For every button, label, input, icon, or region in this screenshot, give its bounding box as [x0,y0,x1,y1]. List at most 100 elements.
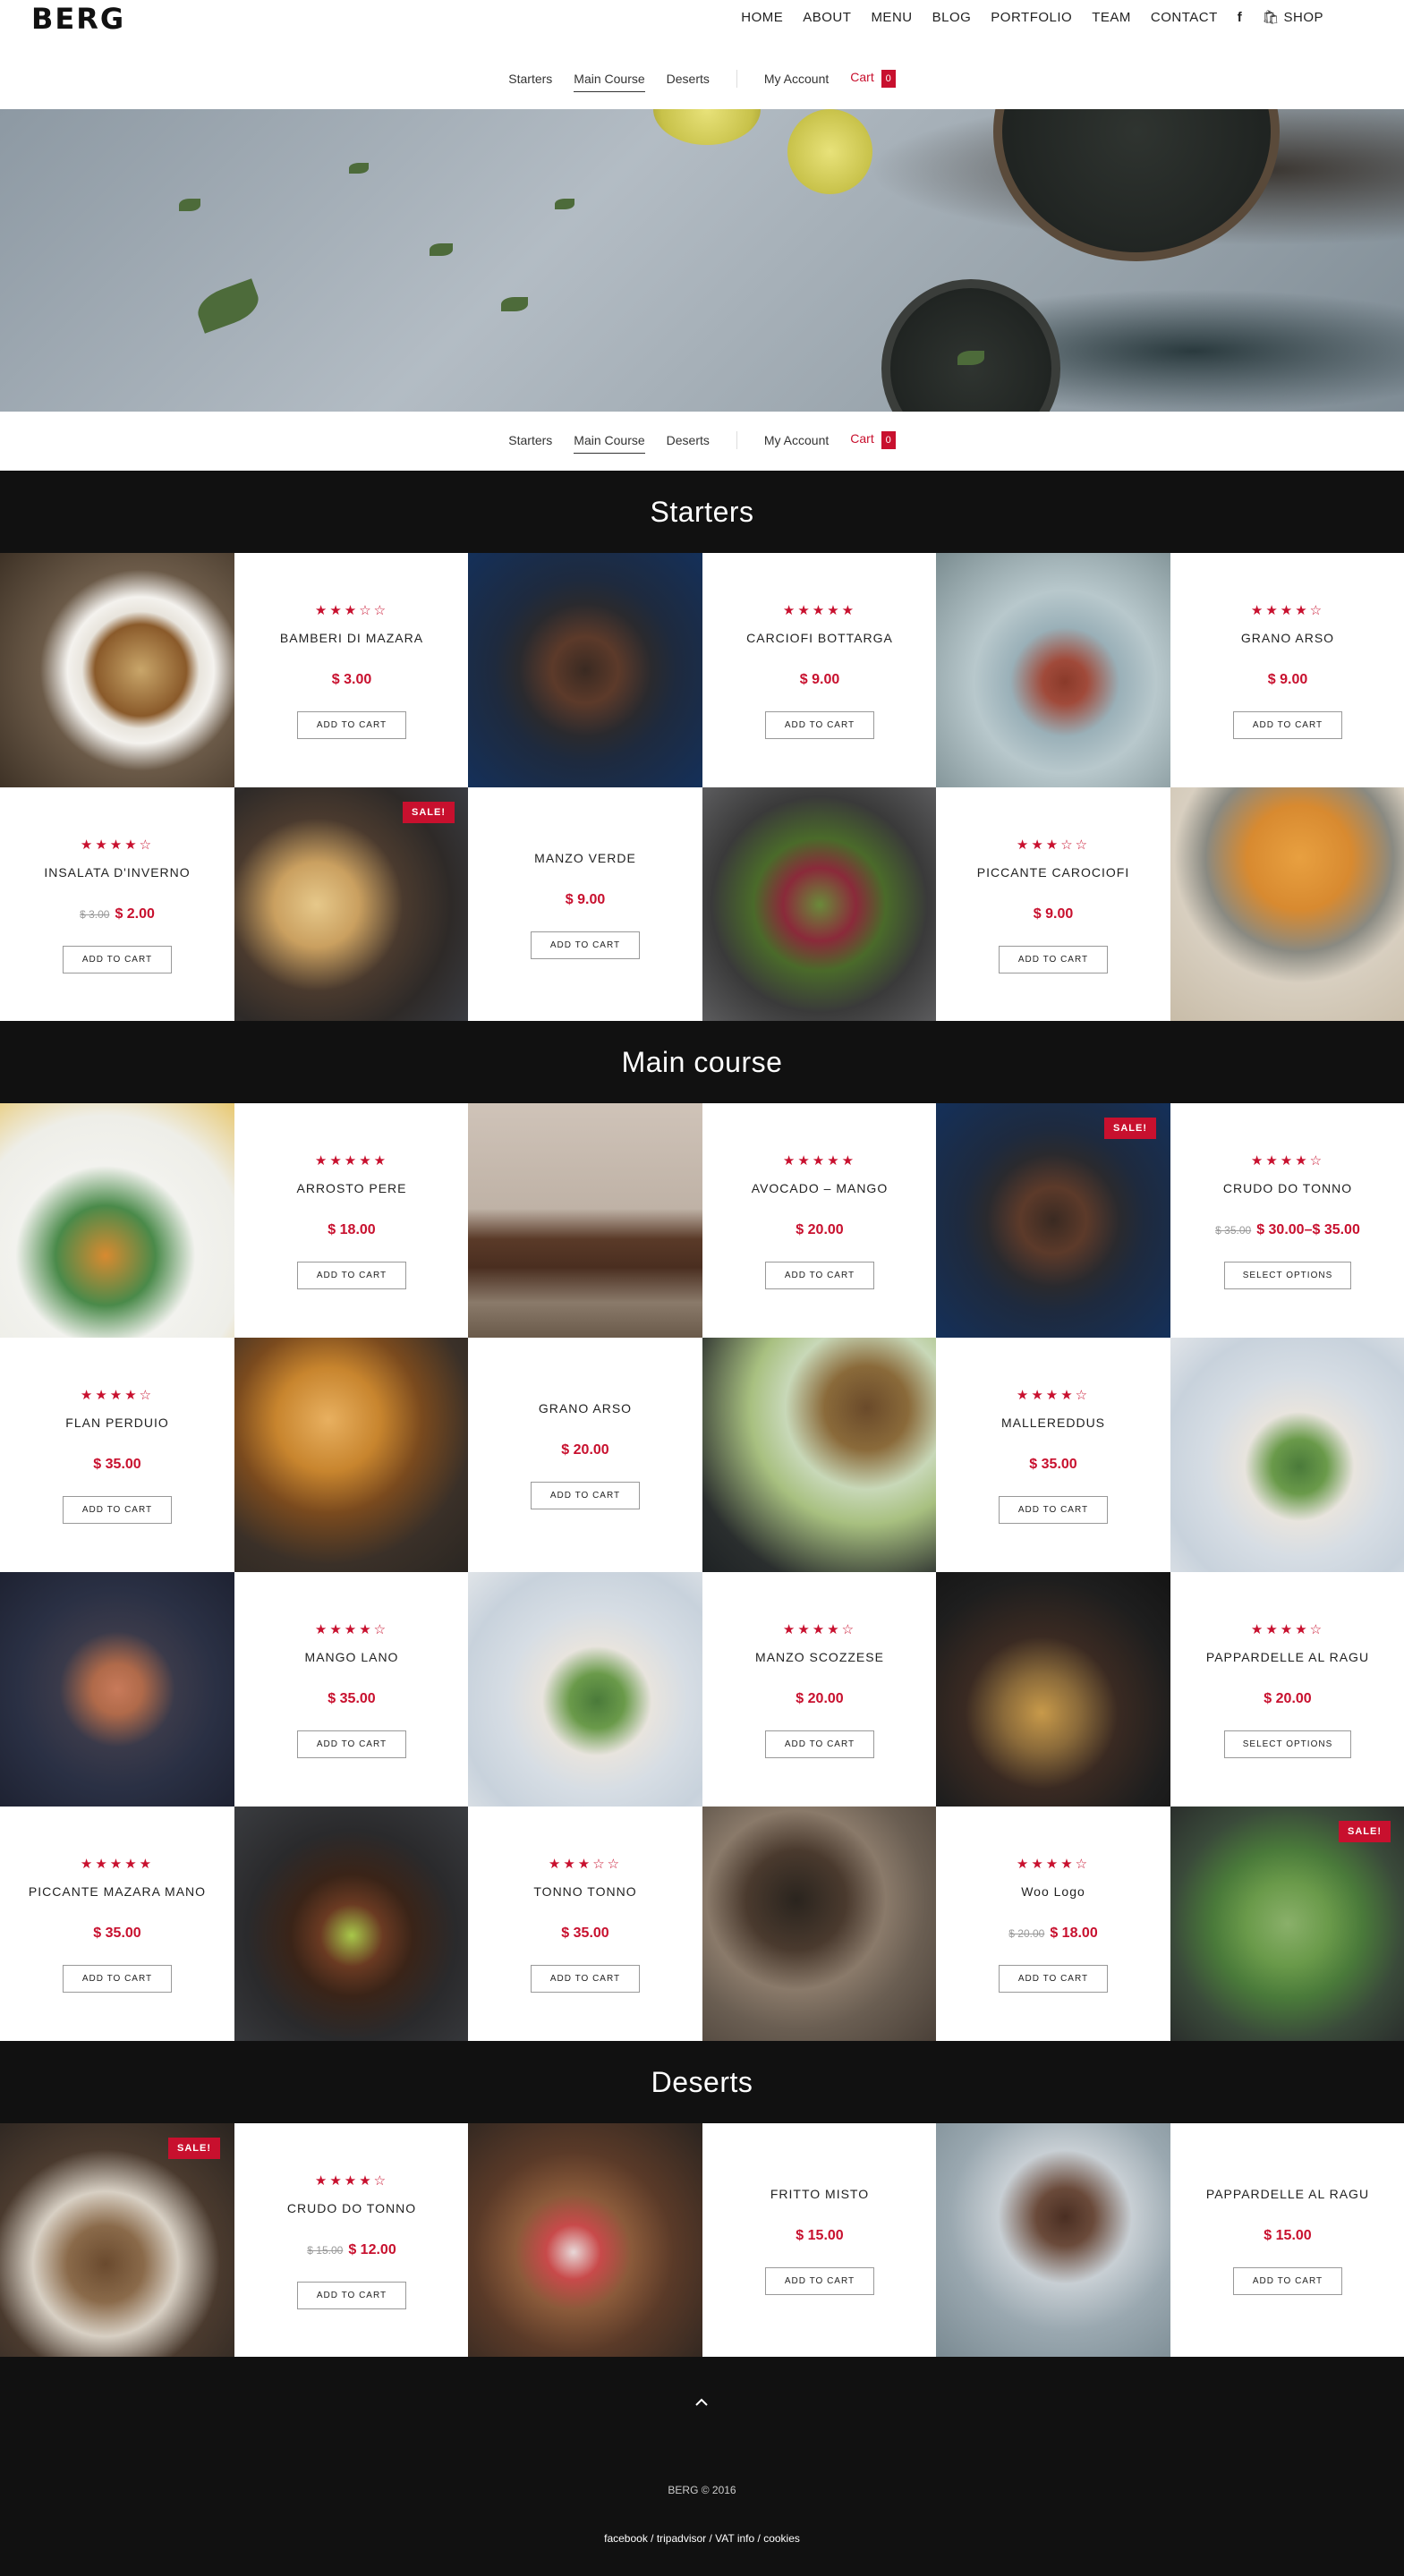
product-name[interactable]: MANZO VERDE [534,851,636,865]
product-price: $ 3.00 $ 2.00 [80,906,155,922]
add-to-cart-button[interactable]: ADD TO CART [531,931,640,959]
sale-badge: SALE! [403,802,455,823]
product-photo[interactable] [1170,787,1404,1022]
product-card: ★★★☆☆ BAMBERI DI MAZARA $ 3.00 ADD TO CA… [234,553,469,787]
subnav-my-account[interactable]: My Account [764,433,829,447]
product-photo[interactable] [468,1572,702,1807]
product-photo[interactable] [702,1807,937,2041]
nav-blog[interactable]: BLOG [932,10,972,25]
product-name[interactable]: FRITTO MISTO [770,2187,869,2201]
current-price: $ 9.00 [1267,671,1308,687]
product-photo[interactable] [468,553,702,787]
logo[interactable]: BERG [31,2,125,36]
product-name[interactable]: PAPPARDELLE AL RAGU [1206,1650,1369,1664]
product-photo[interactable] [234,1338,469,1572]
bag-icon: 🛍︎ [1262,10,1284,25]
add-to-cart-button[interactable]: ADD TO CART [297,1261,406,1289]
product-name[interactable]: PICCANTE MAZARA MANO [29,1884,206,1899]
product-name[interactable]: MALLEREDDUS [1001,1416,1105,1430]
product-name[interactable]: PAPPARDELLE AL RAGU [1206,2187,1369,2201]
subnav-starters[interactable]: Starters [508,72,552,86]
product-price: $ 35.00 [93,1926,140,1942]
product-name[interactable]: GRANO ARSO [539,1401,632,1416]
product-name[interactable]: INSALATA D'INVERNO [44,865,190,880]
product-name[interactable]: GRANO ARSO [1241,631,1334,645]
facebook-icon[interactable]: f [1238,10,1243,25]
add-to-cart-button[interactable]: ADD TO CART [297,2281,406,2309]
add-to-cart-button[interactable]: ADD TO CART [1233,2266,1342,2295]
product-name[interactable]: ARROSTO PERE [297,1181,407,1195]
product-name[interactable]: CRUDO DO TONNO [287,2201,416,2215]
add-to-cart-button[interactable]: ADD TO CART [531,1964,640,1993]
add-to-cart-button[interactable]: ADD TO CART [765,1261,874,1289]
add-to-cart-button[interactable]: ADD TO CART [765,1730,874,1758]
product-photo[interactable]: SALE! [936,1103,1170,1338]
subnav-cart[interactable]: Cart 0 [850,431,896,449]
nav-team[interactable]: TEAM [1092,10,1131,25]
add-to-cart-button[interactable]: ADD TO CART [297,1730,406,1758]
product-name[interactable]: Woo Logo [1021,1884,1085,1899]
product-photo[interactable] [936,1572,1170,1807]
add-to-cart-button[interactable]: ADD TO CART [63,1964,172,1993]
subnav-deserts[interactable]: Deserts [667,72,710,86]
product-photo[interactable] [0,553,234,787]
product-photo[interactable] [936,2123,1170,2358]
add-to-cart-button[interactable]: ADD TO CART [765,2266,874,2295]
subnav-main-course[interactable]: Main Course [574,72,645,92]
subnav-deserts[interactable]: Deserts [667,433,710,447]
add-to-cart-button[interactable]: ADD TO CART [63,1495,172,1524]
nav-shop[interactable]: 🛍︎ SHOP [1262,9,1323,25]
product-photo[interactable] [936,553,1170,787]
product-name[interactable]: AVOCADO – MANGO [752,1181,888,1195]
product-name[interactable]: CARCIOFI BOTTARGA [746,631,893,645]
product-photo[interactable] [234,1807,469,2041]
product-name[interactable]: CRUDO DO TONNO [1223,1181,1352,1195]
nav-about[interactable]: ABOUT [803,10,851,25]
product-photo[interactable] [0,1572,234,1807]
product-name[interactable]: TONNO TONNO [533,1884,636,1899]
current-price: $ 20.00 [796,1690,844,1706]
section-heading: Main course [621,1045,783,1078]
add-to-cart-button[interactable]: ADD TO CART [297,710,406,739]
nav-menu[interactable]: MENU [871,10,912,25]
current-price: $ 20.00 [796,1221,844,1237]
product-photo[interactable] [702,787,937,1022]
add-to-cart-button[interactable]: ADD TO CART [999,1964,1108,1993]
product-photo[interactable] [0,1103,234,1338]
product-photo[interactable] [1170,1338,1404,1572]
subnav-main-course[interactable]: Main Course [574,433,645,454]
product-photo[interactable]: SALE! [0,2123,234,2358]
current-price: $ 9.00 [565,891,606,907]
add-to-cart-button[interactable]: ADD TO CART [531,1481,640,1509]
nav-home[interactable]: HOME [741,10,783,25]
subnav-cart[interactable]: Cart 0 [850,70,896,88]
product-name[interactable]: PICCANTE CAROCIOFI [977,865,1129,880]
product-photo[interactable] [468,2123,702,2358]
footer-links[interactable]: facebook / tripadvisor / VAT info / cook… [0,2532,1404,2545]
product-name[interactable]: BAMBERI DI MAZARA [280,631,423,645]
product-price: $ 9.00 [1034,906,1073,922]
nav-contact[interactable]: CONTACT [1151,10,1218,25]
add-to-cart-button[interactable]: ADD TO CART [999,945,1108,973]
subnav-my-account[interactable]: My Account [764,72,829,86]
product-name[interactable]: MANGO LANO [305,1650,399,1664]
product-name[interactable]: FLAN PERDUIO [65,1416,168,1430]
product-card: ★★★★☆ INSALATA D'INVERNO $ 3.00 $ 2.00 AD… [0,787,234,1022]
product-name[interactable]: MANZO SCOZZESE [755,1650,884,1664]
add-to-cart-button[interactable]: ADD TO CART [765,710,874,739]
nav-portfolio[interactable]: PORTFOLIO [991,10,1072,25]
product-photo[interactable]: SALE! [1170,1807,1404,2041]
subnav-starters[interactable]: Starters [508,433,552,447]
current-price: $ 15.00 [1264,2227,1312,2243]
chevron-up-icon[interactable] [693,2394,710,2410]
rating-stars: ★★★★★ [782,602,857,618]
select-options-button[interactable]: SELECT OPTIONS [1224,1261,1351,1289]
product-photo[interactable] [702,1338,937,1572]
product-photo[interactable] [468,1103,702,1338]
product-photo[interactable]: SALE! [234,787,469,1022]
add-to-cart-button[interactable]: ADD TO CART [1233,710,1342,739]
select-options-button[interactable]: SELECT OPTIONS [1224,1730,1351,1758]
add-to-cart-button[interactable]: ADD TO CART [63,945,172,973]
add-to-cart-button[interactable]: ADD TO CART [999,1495,1108,1524]
product-price: $ 35.00 [561,1926,608,1942]
